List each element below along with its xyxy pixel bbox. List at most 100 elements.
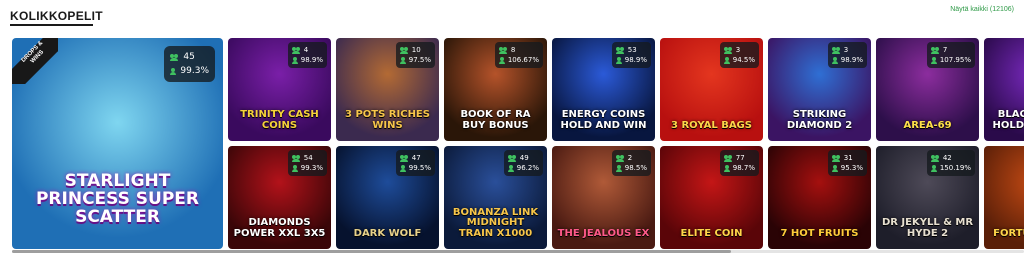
rtp-icon [399, 164, 406, 172]
featured-players: 45 [183, 52, 195, 62]
game-tile[interactable]: Dark Wolf 47 99.5% [336, 146, 439, 249]
game-carousel[interactable]: Starlight Princess Super Scatter DROPS &… [12, 38, 1024, 249]
game-tile[interactable]: Book of Ra Buy Bonus 8 106.67% [444, 38, 547, 141]
players-count: 4 [303, 46, 309, 54]
players-count: 2 [627, 154, 633, 162]
game-tile[interactable]: Trinity Cash Coins 4 98.9% [228, 38, 331, 141]
drops-wins-badge: DROPS & WINS [12, 38, 58, 84]
game-name: Trinity Cash Coins [240, 109, 319, 131]
show-all-link[interactable]: Näytä kaikki (12106) [950, 6, 1014, 13]
game-name: 3 Pots Riches Wins [345, 109, 430, 131]
featured-rtp: 99.3% [180, 66, 209, 76]
rtp-icon [615, 56, 622, 64]
players-icon [291, 47, 301, 54]
game-tile[interactable]: Energy Coins Hold and Win 53 98.9% [552, 38, 655, 141]
players-icon [930, 155, 940, 162]
rtp-value: 96.2% [516, 164, 539, 172]
game-name: 7 Hot Fruits [780, 227, 859, 239]
game-name: Bonanza Link Midnight Train X1000 [452, 206, 539, 239]
players-icon [723, 47, 733, 54]
rtp-value: 97.5% [408, 56, 431, 64]
rtp-value: 98.5% [624, 164, 647, 172]
carousel-scrollbar[interactable] [12, 250, 1024, 253]
game-tile[interactable]: 3 Pots Riches Wins 10 97.5% [336, 38, 439, 141]
game-name: Black Coins Hold and Win [992, 109, 1024, 131]
players-icon [930, 47, 940, 54]
section-header: KOLIKKOPELIT Näytä kaikki (12106) [10, 6, 1014, 30]
game-tile[interactable]: 3 Royal Bags 3 94.5% [660, 38, 763, 141]
rtp-value: 99.3% [300, 164, 323, 172]
game-tile[interactable]: Elite Coin 77 98.7% [660, 146, 763, 249]
rtp-value: 106.67% [507, 56, 539, 64]
rtp-icon [615, 164, 622, 172]
game-name: Book of Ra Buy Bonus [460, 109, 531, 131]
rtp-value: 94.5% [732, 56, 755, 64]
game-name: Energy Coins Hold and Win [560, 109, 647, 131]
players-count: 47 [411, 154, 421, 162]
game-tile[interactable]: 7 Hot Fruits 31 95.3% [768, 146, 871, 249]
game-stats: 7 107.95% [926, 42, 975, 68]
rtp-icon [831, 56, 838, 64]
game-name: Striking Diamond 2 [786, 109, 853, 131]
rtp-icon [930, 56, 937, 64]
players-count: 49 [519, 154, 529, 162]
players-icon [498, 47, 508, 54]
game-tile[interactable]: Bonanza Link Midnight Train X1000 49 96.2% [444, 146, 547, 249]
game-name: Area-69 [903, 119, 952, 131]
game-stats: 54 99.3% [287, 150, 327, 176]
game-name: Fortune Slot [993, 227, 1024, 239]
game-name: Dr Jekyll & Mr Hyde 2 [881, 217, 974, 239]
players-icon [615, 47, 625, 54]
scrollbar-thumb[interactable] [12, 250, 731, 253]
players-count: 31 [843, 154, 853, 162]
rtp-value: 99.5% [408, 164, 431, 172]
players-icon [399, 155, 409, 162]
game-tile[interactable]: Diamonds Power XXL 3x5 54 99.3% [228, 146, 331, 249]
players-count: 53 [627, 46, 637, 54]
players-icon [170, 54, 179, 61]
players-count: 42 [942, 154, 952, 162]
rtp-value: 95.3% [840, 164, 863, 172]
game-tile[interactable]: Striking Diamond 2 3 98.9% [768, 38, 871, 141]
title-underline [10, 24, 93, 26]
game-stats: 2 98.5% [611, 150, 651, 176]
featured-game-name: Starlight Princess Super Scatter [35, 171, 200, 228]
rtp-icon [498, 56, 505, 64]
game-stats: 49 96.2% [503, 150, 543, 176]
game-name: Diamonds Power XXL 3x5 [233, 217, 326, 239]
game-name: Elite Coin [680, 227, 743, 239]
featured-stats: 45 99.3% [164, 46, 215, 82]
game-tile[interactable]: Area-69 7 107.95% [876, 38, 979, 141]
rtp-icon [507, 164, 514, 172]
rtp-icon [291, 164, 298, 172]
rtp-icon [723, 164, 730, 172]
rtp-icon [291, 56, 298, 64]
players-icon [507, 155, 517, 162]
game-stats: 42 150.19% [926, 150, 975, 176]
players-icon [615, 155, 625, 162]
players-count: 3 [843, 46, 849, 54]
players-count: 3 [735, 46, 741, 54]
players-icon [291, 155, 301, 162]
game-tile[interactable]: The Jealous Ex 2 98.5% [552, 146, 655, 249]
rtp-value: 150.19% [939, 164, 971, 172]
game-stats: 53 98.9% [611, 42, 651, 68]
game-tile[interactable]: Fortune Slot [984, 146, 1024, 249]
game-stats: 10 97.5% [395, 42, 435, 68]
game-name: Dark Wolf [353, 227, 422, 239]
rtp-icon [399, 56, 406, 64]
game-tile[interactable]: Black Coins Hold and Win [984, 38, 1024, 141]
game-stats: 31 95.3% [827, 150, 867, 176]
featured-game-tile[interactable]: Starlight Princess Super Scatter DROPS &… [12, 38, 223, 249]
game-stats: 8 106.67% [494, 42, 543, 68]
rtp-icon [930, 164, 937, 172]
players-count: 8 [510, 46, 516, 54]
rtp-value: 98.9% [624, 56, 647, 64]
game-stats: 4 98.9% [287, 42, 327, 68]
players-count: 77 [735, 154, 745, 162]
game-stats: 3 94.5% [719, 42, 759, 68]
players-count: 7 [942, 46, 948, 54]
game-tile[interactable]: Dr Jekyll & Mr Hyde 2 42 150.19% [876, 146, 979, 249]
rtp-icon [723, 56, 730, 64]
game-stats: 3 98.9% [827, 42, 867, 68]
